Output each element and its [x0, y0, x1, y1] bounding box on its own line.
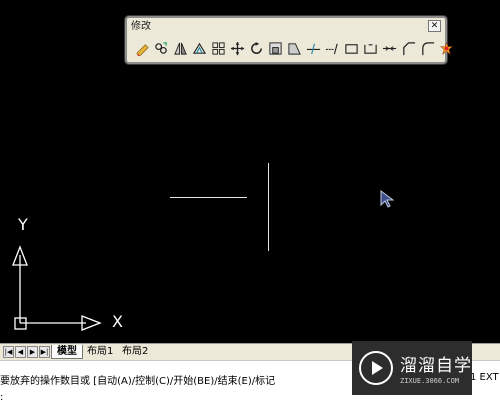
extend-icon[interactable]	[323, 38, 341, 58]
modify-toolbar[interactable]: 修改 ✕	[125, 16, 453, 64]
watermark-url: ZIXUE.3066.COM	[400, 377, 460, 385]
toolbar-close-button[interactable]: ✕	[428, 20, 441, 32]
tab-next-button[interactable]: ▶	[27, 346, 38, 358]
drawn-horizontal-line	[170, 197, 247, 198]
break-at-point-icon[interactable]	[342, 38, 360, 58]
watermark: 溜溜自学 ZIXUE.3066.COM	[352, 341, 472, 395]
tab-layout1[interactable]: 布局1	[82, 345, 118, 359]
trim-icon[interactable]	[304, 38, 322, 58]
fillet-icon[interactable]	[418, 38, 436, 58]
command-input[interactable]: :	[0, 392, 3, 403]
command-prompt-text: 要放弃的操作数目或 [自动(A)/控制(C)/开始(BE)/结束(E)/标记	[0, 376, 276, 387]
array-icon[interactable]	[209, 38, 227, 58]
chamfer-icon[interactable]	[399, 38, 417, 58]
scale-icon[interactable]	[266, 38, 284, 58]
toolbar-title: 修改	[131, 21, 151, 32]
join-icon[interactable]	[380, 38, 398, 58]
ucs-x-label: X	[112, 312, 123, 331]
tab-first-button[interactable]: |◀	[3, 346, 14, 358]
command-prompt-text-end: 1 EXT	[470, 372, 499, 383]
explode-icon[interactable]	[437, 38, 455, 58]
mouse-pointer-icon	[380, 190, 395, 212]
ucs-y-label: Y	[18, 215, 28, 234]
mirror-icon[interactable]	[171, 38, 189, 58]
break-icon[interactable]	[361, 38, 379, 58]
watermark-logo-icon	[359, 351, 393, 385]
ucs-icon: Y X	[8, 215, 138, 340]
tab-prev-button[interactable]: ◀	[15, 346, 26, 358]
stretch-icon[interactable]	[285, 38, 303, 58]
offset-icon[interactable]	[190, 38, 208, 58]
move-icon[interactable]	[228, 38, 246, 58]
drawn-vertical-line	[268, 163, 269, 251]
tab-last-button[interactable]: ▶|	[39, 346, 50, 358]
rotate-icon[interactable]	[247, 38, 265, 58]
erase-icon[interactable]	[133, 38, 151, 58]
watermark-brand: 溜溜自学	[400, 356, 472, 376]
copy-icon[interactable]	[152, 38, 170, 58]
tab-model[interactable]: 模型	[51, 345, 83, 359]
drawing-canvas[interactable]: 修改 ✕ Y X	[0, 0, 500, 343]
tab-layout2[interactable]: 布局2	[117, 345, 153, 359]
